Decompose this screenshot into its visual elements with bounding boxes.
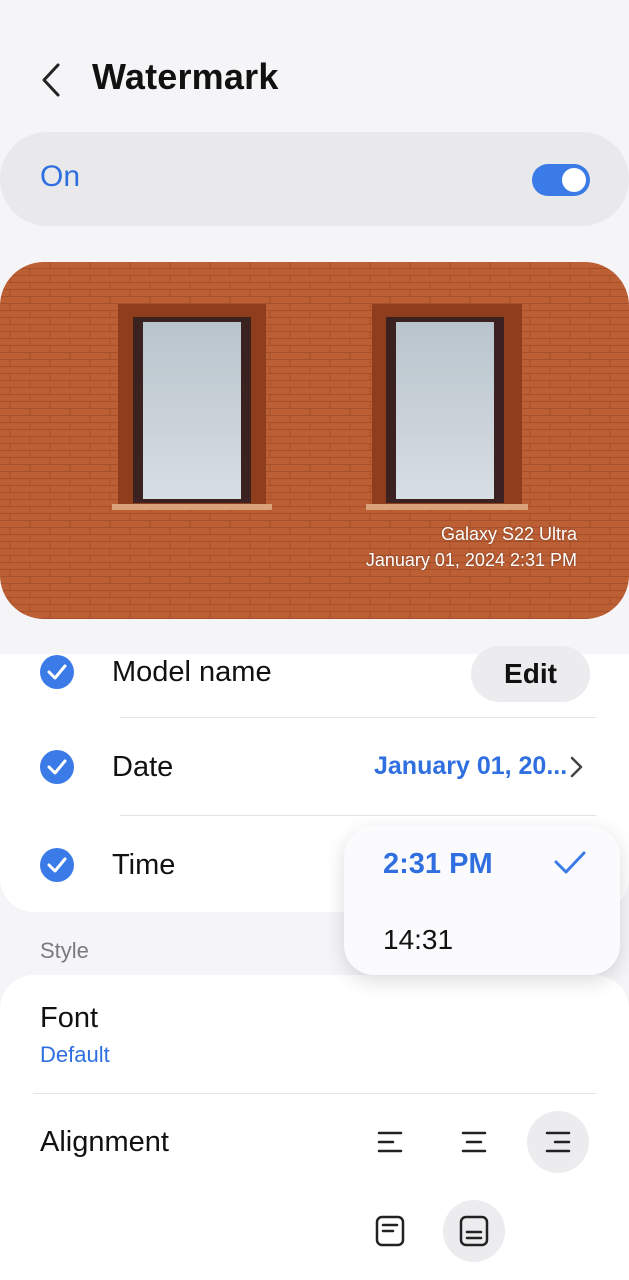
align-top-icon (375, 1215, 405, 1247)
page-title: Watermark (92, 56, 279, 97)
date-label: Date (112, 751, 174, 783)
time-option-24h[interactable]: 14:31 (383, 924, 453, 956)
watermark-switch[interactable] (532, 164, 590, 196)
font-label[interactable]: Font (40, 1002, 98, 1035)
model-name-label: Model name (112, 656, 272, 688)
time-label: Time (112, 849, 176, 881)
align-right-icon (545, 1131, 571, 1153)
time-option-12h[interactable]: 2:31 PM (383, 848, 493, 881)
divider (120, 815, 596, 816)
watermark-datetime-text: January 01, 2024 2:31 PM (365, 550, 577, 570)
chevron-left-icon (42, 63, 60, 97)
watermark-model-text: Galaxy S22 Ultra (440, 524, 577, 544)
back-button[interactable] (34, 58, 74, 102)
divider (33, 1093, 596, 1094)
align-left-icon (377, 1131, 403, 1153)
date-checkbox[interactable] (40, 750, 74, 784)
alignment-label: Alignment (40, 1126, 169, 1158)
align-left-button[interactable] (359, 1111, 421, 1173)
align-center-button[interactable] (443, 1111, 505, 1173)
align-bottom-icon (459, 1215, 489, 1247)
time-checkbox[interactable] (40, 848, 74, 882)
watermark-preview-image: Galaxy S22 Ultra January 01, 2024 2:31 P… (0, 262, 629, 619)
align-center-icon (461, 1131, 487, 1153)
font-value[interactable]: Default (40, 1042, 110, 1068)
chevron-right-icon[interactable] (566, 754, 586, 785)
switch-knob (562, 168, 586, 192)
divider (120, 717, 596, 718)
model-name-checkbox[interactable] (40, 655, 74, 689)
align-right-button[interactable] (527, 1111, 589, 1173)
checkmark-icon (47, 857, 67, 873)
checkmark-icon (47, 664, 67, 680)
toggle-label: On (40, 160, 81, 193)
align-top-button[interactable] (359, 1200, 421, 1262)
style-section-header: Style (40, 938, 89, 963)
checkmark-icon (47, 759, 67, 775)
edit-model-button[interactable]: Edit (471, 646, 590, 702)
checkmark-icon (552, 848, 588, 883)
date-format-value[interactable]: January 01, 20... (374, 752, 567, 781)
align-bottom-button[interactable] (443, 1200, 505, 1262)
